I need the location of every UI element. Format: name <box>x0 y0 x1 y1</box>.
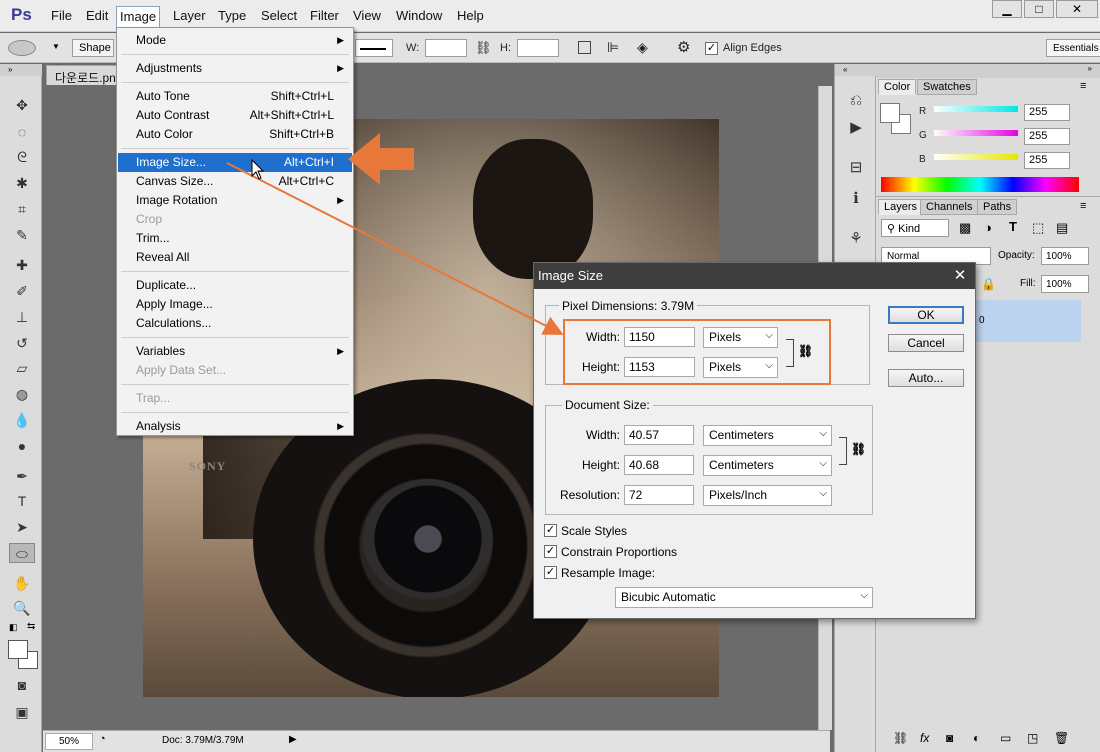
annotation-overlay <box>226 133 564 335</box>
photoshop-window: Ps File Edit Image Layer Type Select Fil… <box>0 0 1100 752</box>
annotation-big-arrow <box>348 133 414 185</box>
annotation-pointer-arrow <box>226 162 564 335</box>
